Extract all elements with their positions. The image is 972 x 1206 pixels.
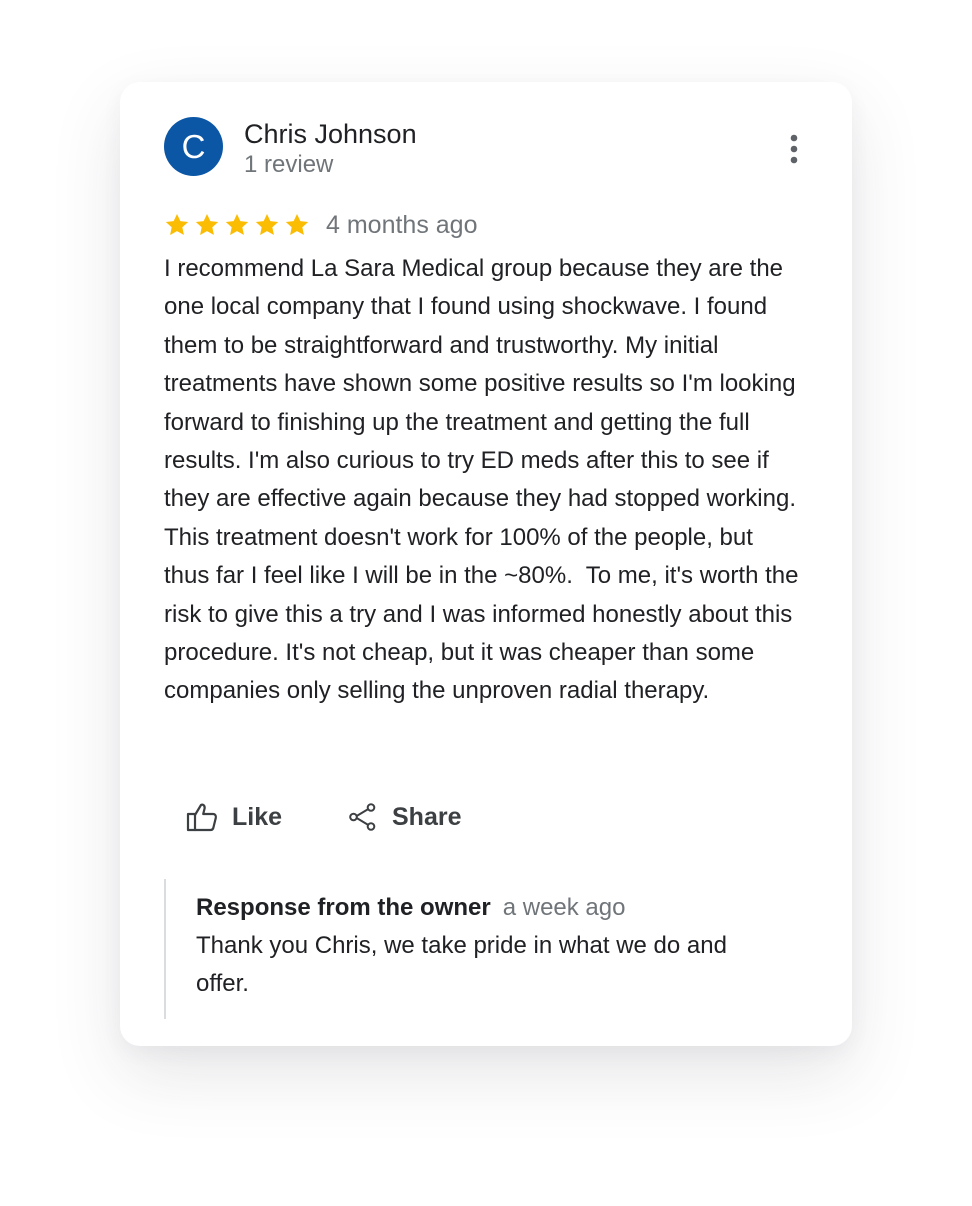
owner-response: Response from the owner a week ago Thank … — [164, 879, 766, 1019]
owner-response-header: Response from the owner a week ago — [196, 894, 625, 922]
owner-response-title: Response from the owner — [196, 894, 491, 921]
review-card: C Chris Johnson 1 review 4 months ago I … — [120, 82, 852, 1046]
avatar[interactable]: C — [164, 117, 223, 176]
owner-response-date: a week ago — [502, 894, 626, 921]
review-text: I recommend La Sara Medical group becaus… — [164, 255, 806, 705]
star-rating — [164, 212, 314, 238]
star-icon — [165, 213, 189, 235]
like-label: Like — [232, 802, 283, 831]
star-icon — [195, 213, 219, 235]
share-label: Share — [392, 802, 462, 831]
owner-response-text: Thank you Chris, we take pride in what w… — [196, 932, 727, 997]
review-date: 4 months ago — [326, 211, 478, 239]
like-button[interactable]: Like — [186, 797, 282, 837]
more-options-button[interactable] — [780, 132, 808, 166]
star-icon — [285, 213, 309, 235]
thumbs-up-icon — [186, 803, 218, 832]
author-name[interactable]: Chris Johnson — [244, 118, 417, 150]
more-vertical-icon — [790, 134, 798, 164]
review-count[interactable]: 1 review — [244, 150, 333, 180]
star-icon — [225, 213, 249, 235]
share-button[interactable]: Share — [348, 797, 461, 837]
rating-row: 4 months ago — [164, 208, 478, 242]
share-icon — [349, 803, 376, 831]
star-icon — [255, 213, 279, 235]
